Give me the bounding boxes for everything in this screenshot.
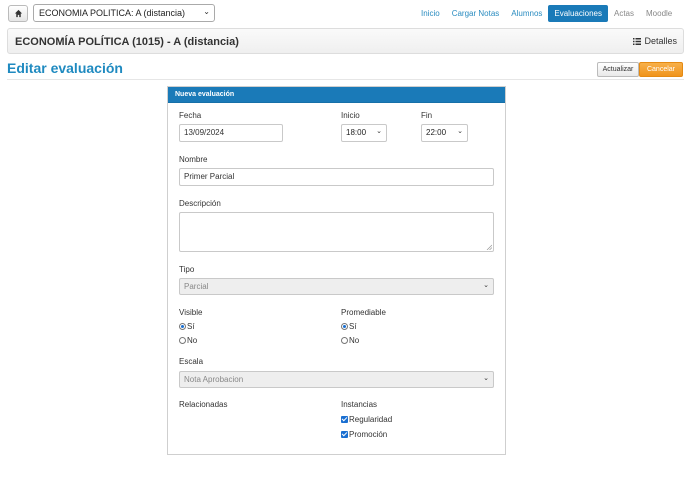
- tipo-select[interactable]: Parcial ⌄: [179, 278, 494, 295]
- nav-inicio[interactable]: Inicio: [415, 5, 446, 22]
- descripcion-textarea[interactable]: [179, 212, 494, 252]
- visible-no-label: No: [187, 336, 198, 345]
- visible-si-label: Sí: [187, 322, 195, 331]
- panel-title: Nueva evaluación: [168, 87, 505, 103]
- fin-select[interactable]: 22:00 ⌄: [421, 124, 468, 142]
- course-title: ECONOMÍA POLÍTICA (1015) - A (distancia): [15, 36, 239, 48]
- descripcion-label: Descripción: [179, 199, 221, 208]
- tipo-label: Tipo: [179, 265, 195, 274]
- radio-unchecked-icon[interactable]: [179, 337, 186, 344]
- radio-unchecked-icon[interactable]: [341, 337, 348, 344]
- visible-label: Visible: [179, 308, 203, 317]
- course-header: ECONOMÍA POLÍTICA (1015) - A (distancia)…: [7, 28, 684, 54]
- list-icon: [633, 37, 642, 45]
- nav-cargar-notas[interactable]: Cargar Notas: [446, 5, 506, 22]
- nombre-label: Nombre: [179, 155, 208, 164]
- fecha-input[interactable]: 13/09/2024: [179, 124, 283, 142]
- nombre-value: Primer Parcial: [184, 172, 235, 181]
- home-icon: [14, 9, 22, 18]
- instancia-regularidad[interactable]: Regularidad: [341, 415, 392, 424]
- course-select[interactable]: ECONOMIA POLITICA: A (distancia) ⌄: [33, 4, 215, 22]
- details-label: Detalles: [644, 36, 677, 46]
- inicio-value: 18:00: [346, 128, 367, 137]
- chevron-down-icon: ⌄: [203, 7, 210, 16]
- promediable-no-label: No: [349, 336, 360, 345]
- nav-evaluaciones[interactable]: Evaluaciones: [548, 5, 608, 22]
- instancia-promocion[interactable]: Promoción: [341, 430, 387, 439]
- details-button[interactable]: Detalles: [633, 36, 677, 46]
- checkbox-checked-icon[interactable]: [341, 431, 348, 438]
- promediable-label: Promediable: [341, 308, 386, 317]
- inicio-label: Inicio: [341, 111, 360, 120]
- page-title: Editar evaluación: [7, 60, 123, 76]
- main-nav: Inicio Cargar Notas Alumnos Evaluaciones…: [415, 5, 678, 22]
- instancia-regularidad-label: Regularidad: [349, 415, 393, 424]
- fecha-value: 13/09/2024: [184, 128, 225, 137]
- nav-alumnos[interactable]: Alumnos: [505, 5, 548, 22]
- promediable-no-option[interactable]: No: [341, 336, 359, 345]
- inicio-select[interactable]: 18:00 ⌄: [341, 124, 387, 142]
- course-select-value: ECONOMIA POLITICA: A (distancia): [39, 8, 186, 18]
- evaluation-form-panel: Nueva evaluación Fecha 13/09/2024 Inicio…: [167, 86, 506, 455]
- chevron-down-icon: ⌄: [483, 375, 489, 382]
- visible-no-option[interactable]: No: [179, 336, 197, 345]
- chevron-down-icon: ⌄: [483, 282, 489, 289]
- divider: [7, 79, 684, 80]
- chevron-down-icon: ⌄: [457, 128, 463, 135]
- escala-value: Nota Aprobacion: [184, 375, 244, 384]
- home-button[interactable]: [8, 5, 28, 22]
- fin-value: 22:00: [426, 128, 447, 137]
- relacionadas-label: Relacionadas: [179, 400, 228, 409]
- nombre-input[interactable]: Primer Parcial: [179, 168, 494, 186]
- nav-moodle[interactable]: Moodle: [640, 5, 678, 22]
- cancel-button[interactable]: Cancelar: [639, 62, 683, 77]
- tipo-value: Parcial: [184, 282, 209, 291]
- chevron-down-icon: ⌄: [376, 128, 382, 135]
- update-button[interactable]: Actualizar: [597, 62, 639, 77]
- escala-label: Escala: [179, 357, 204, 366]
- instancias-label: Instancias: [341, 400, 378, 409]
- radio-checked-icon[interactable]: [341, 323, 348, 330]
- nav-actas[interactable]: Actas: [608, 5, 640, 22]
- visible-si-option[interactable]: Sí: [179, 322, 195, 331]
- promediable-si-label: Sí: [349, 322, 357, 331]
- instancia-promocion-label: Promoción: [349, 430, 388, 439]
- escala-select[interactable]: Nota Aprobacion ⌄: [179, 371, 494, 388]
- radio-checked-icon[interactable]: [179, 323, 186, 330]
- fin-label: Fin: [421, 111, 433, 120]
- resize-handle-icon: [486, 244, 492, 250]
- promediable-si-option[interactable]: Sí: [341, 322, 357, 331]
- fecha-label: Fecha: [179, 111, 202, 120]
- checkbox-checked-icon[interactable]: [341, 416, 348, 423]
